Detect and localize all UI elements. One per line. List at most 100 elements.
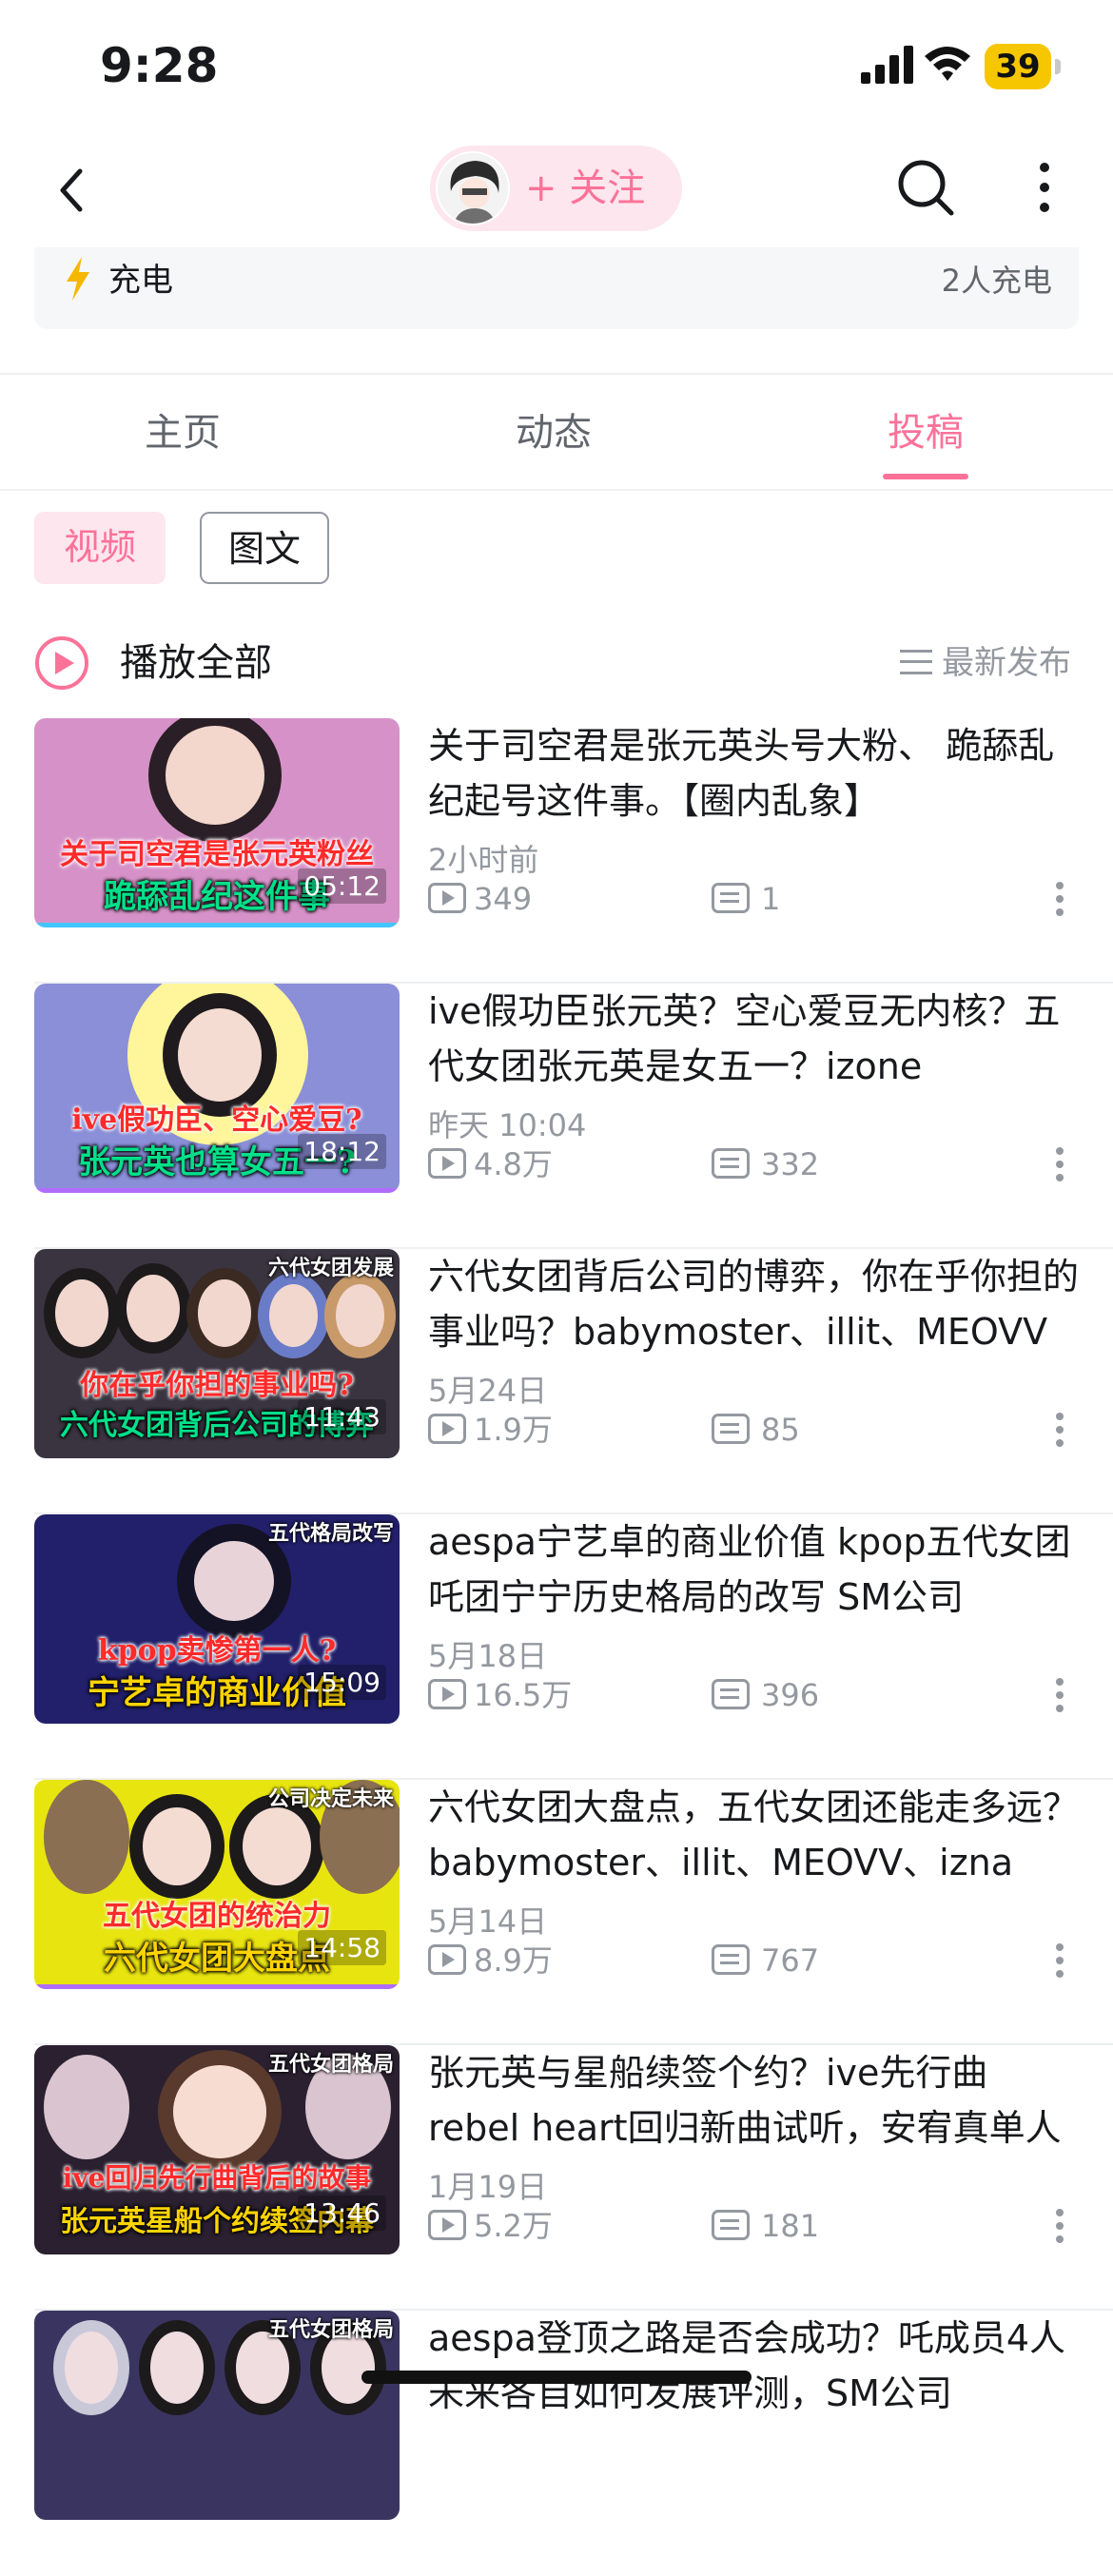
sort-button[interactable]: 最新发布 <box>900 630 1071 696</box>
video-date: 5月24日 <box>428 1373 548 1409</box>
danmaku-count-value: 181 <box>761 2208 820 2244</box>
tab-dynamics[interactable]: 动态 <box>459 400 649 466</box>
charge-count: 2人充电 <box>941 263 1052 299</box>
item-more-icon[interactable] <box>1050 1147 1069 1189</box>
thumbnail-caption-top: ive假功臣、空心爱豆? <box>71 1103 362 1137</box>
danmaku-icon <box>712 1414 750 1444</box>
view-count-value: 349 <box>474 881 533 917</box>
play-all-button[interactable]: 播放全部 <box>120 630 272 696</box>
thumbnail-figure <box>53 2320 129 2415</box>
list-item[interactable]: 关于司空君是张元英粉丝 跪舔乱纪这件事 05:12 关于司空君是张元英头号大粉、… <box>0 718 1113 984</box>
follow-label: + 关注 <box>525 166 646 210</box>
video-title[interactable]: 张元英与星船续签个约？ive先行曲 rebel heart回归新曲试听，安宥真单… <box>428 2045 1084 2156</box>
danmaku-count-value: 396 <box>761 1677 820 1713</box>
video-date: 5月18日 <box>428 1638 548 1674</box>
segment-image-text[interactable]: 图文 <box>200 512 329 584</box>
video-title[interactable]: aespa登顶之路是否会成功？吒成员4人未来各自如何发展评测，SM公司 <box>428 2311 1084 2421</box>
status-time: 9:28 <box>100 38 219 93</box>
back-arrow-icon[interactable] <box>46 162 103 219</box>
list-item[interactable]: ive假功臣、空心爱豆? 张元英也算女五一? 18:12 ive假功臣张元英？空… <box>0 984 1113 1249</box>
danmaku-count: 767 <box>712 1940 819 1981</box>
top-nav: + 关注 <box>0 133 1113 247</box>
divider <box>0 373 1113 375</box>
danmaku-count: 181 <box>712 2205 819 2247</box>
thumbnail-figure <box>148 718 282 842</box>
duration-badge: 13:46 <box>298 2195 386 2231</box>
video-thumbnail[interactable]: 关于司空君是张元英粉丝 跪舔乱纪这件事 05:12 <box>34 718 400 927</box>
play-count-icon <box>428 1414 466 1444</box>
item-more-icon[interactable] <box>1050 1413 1069 1454</box>
tab-home[interactable]: 主页 <box>88 400 278 466</box>
item-more-icon[interactable] <box>1050 1678 1069 1720</box>
thumbnail-corner-tag: 六代女团发展 <box>267 1257 394 1280</box>
search-icon[interactable] <box>894 156 957 219</box>
charge-card[interactable]: 充电 2人充电 <box>34 247 1079 329</box>
thumbnail-figure <box>44 1780 129 1894</box>
duration-badge: 18:12 <box>298 1134 386 1169</box>
more-vertical-icon[interactable] <box>1027 156 1062 219</box>
view-count: 16.5万 <box>428 1674 572 1716</box>
thumbnail-accent-line <box>34 1984 400 1989</box>
thumbnail-figure <box>129 1794 225 1899</box>
thumbnail-caption-top: kpop卖惨第一人? <box>97 1634 337 1668</box>
video-title[interactable]: aespa宁艺卓的商业价值 kpop五代女团吒团宁宁历史格局的改写 SM公司 <box>428 1514 1084 1625</box>
video-thumbnail[interactable]: 五代女团格局 ive回归先行曲背后的故事 张元英星船个约续签内幕 13:46 <box>34 2045 400 2254</box>
item-more-icon[interactable] <box>1050 2209 1069 2251</box>
danmaku-count-value: 767 <box>761 1942 820 1979</box>
play-circle-icon[interactable] <box>34 635 89 691</box>
thumbnail-figure <box>115 1263 191 1354</box>
play-count-icon <box>428 1944 466 1975</box>
video-thumbnail[interactable]: 公司决定未来 五代女团的统治力 六代女团大盘点 14:58 <box>34 1780 400 1989</box>
battery-nub <box>1055 59 1061 74</box>
list-item[interactable]: 五代格局改写 kpop卖惨第一人? 宁艺卓的商业价值 15:09 aespa宁艺… <box>0 1514 1113 1780</box>
item-more-icon[interactable] <box>1050 1943 1069 1985</box>
duration-badge: 14:58 <box>298 1930 386 1965</box>
charge-label: 充电 <box>108 262 173 300</box>
video-date: 5月14日 <box>428 1903 548 1940</box>
video-thumbnail[interactable]: ive假功臣、空心爱豆? 张元英也算女五一? 18:12 <box>34 984 400 1193</box>
play-count-icon <box>428 1148 466 1179</box>
video-title[interactable]: 关于司空君是张元英头号大粉、 跪舔乱纪起号这件事。【圈内乱象】 <box>428 718 1084 829</box>
video-thumbnail[interactable]: 五代格局改写 kpop卖惨第一人? 宁艺卓的商业价值 15:09 <box>34 1514 400 1724</box>
view-count: 8.9万 <box>428 1940 553 1981</box>
list-item[interactable]: 五代女团格局 ive回归先行曲背后的故事 张元英星船个约续签内幕 13:46 张… <box>0 2045 1113 2311</box>
list-item[interactable]: 公司决定未来 五代女团的统治力 六代女团大盘点 14:58 六代女团大盘点，五代… <box>0 1780 1113 2045</box>
status-bar: 9:28 39 <box>0 0 1113 133</box>
divider <box>0 489 1113 491</box>
danmaku-count: 332 <box>712 1143 819 1185</box>
follow-button[interactable]: + 关注 <box>430 146 682 231</box>
item-more-icon[interactable] <box>1050 882 1069 924</box>
thumbnail-figure <box>139 2320 215 2415</box>
cellular-signal-icon <box>861 46 913 84</box>
thumbnail-figure <box>158 2050 282 2174</box>
danmaku-count-value: 85 <box>761 1412 800 1448</box>
view-count: 1.9万 <box>428 1409 553 1451</box>
avatar <box>436 151 510 225</box>
view-count: 4.8万 <box>428 1143 553 1185</box>
battery-level: 39 <box>985 44 1051 89</box>
view-count-value: 16.5万 <box>474 1677 573 1713</box>
video-title[interactable]: ive假功臣张元英？空心爱豆无内核？五代女团张元英是女五一？izone <box>428 984 1084 1094</box>
avatar-illustration <box>438 153 508 224</box>
view-count: 5.2万 <box>428 2205 553 2247</box>
home-indicator <box>361 2371 752 2384</box>
danmaku-icon <box>712 2210 750 2240</box>
list-item[interactable]: 五代女团格局 aespa登顶之路是否会成功？吒成员4人未来各自如何发展评测，SM… <box>0 2311 1113 2576</box>
tab-submissions[interactable]: 投稿 <box>830 400 1021 466</box>
sort-label: 最新发布 <box>942 644 1071 682</box>
view-count: 349 <box>428 878 532 920</box>
video-title[interactable]: 六代女团背后公司的博弈，你在乎你担的事业吗？babymoster、illit、M… <box>428 1249 1084 1359</box>
video-title[interactable]: 六代女团大盘点，五代女团还能走多远？babymoster、illit、MEOVV… <box>428 1780 1084 1890</box>
video-thumbnail[interactable]: 六代女团发展 你在乎你担的事业吗? 六代女团背后公司的博弈 11:43 <box>34 1249 400 1458</box>
segment-video[interactable]: 视频 <box>34 512 166 584</box>
danmaku-count: 396 <box>712 1674 819 1716</box>
view-count-value: 1.9万 <box>474 1412 553 1448</box>
thumbnail-accent-line <box>34 923 400 927</box>
list-item[interactable]: 六代女团发展 你在乎你担的事业吗? 六代女团背后公司的博弈 11:43 六代女团… <box>0 1249 1113 1514</box>
video-thumbnail[interactable]: 五代女团格局 <box>34 2311 400 2520</box>
active-tab-indicator <box>883 474 968 479</box>
view-count-value: 8.9万 <box>474 1942 553 1979</box>
thumbnail-caption-top: ive回归先行曲背后的故事 <box>62 2162 372 2194</box>
view-count-value: 5.2万 <box>474 2208 553 2244</box>
play-count-icon <box>428 2210 466 2240</box>
